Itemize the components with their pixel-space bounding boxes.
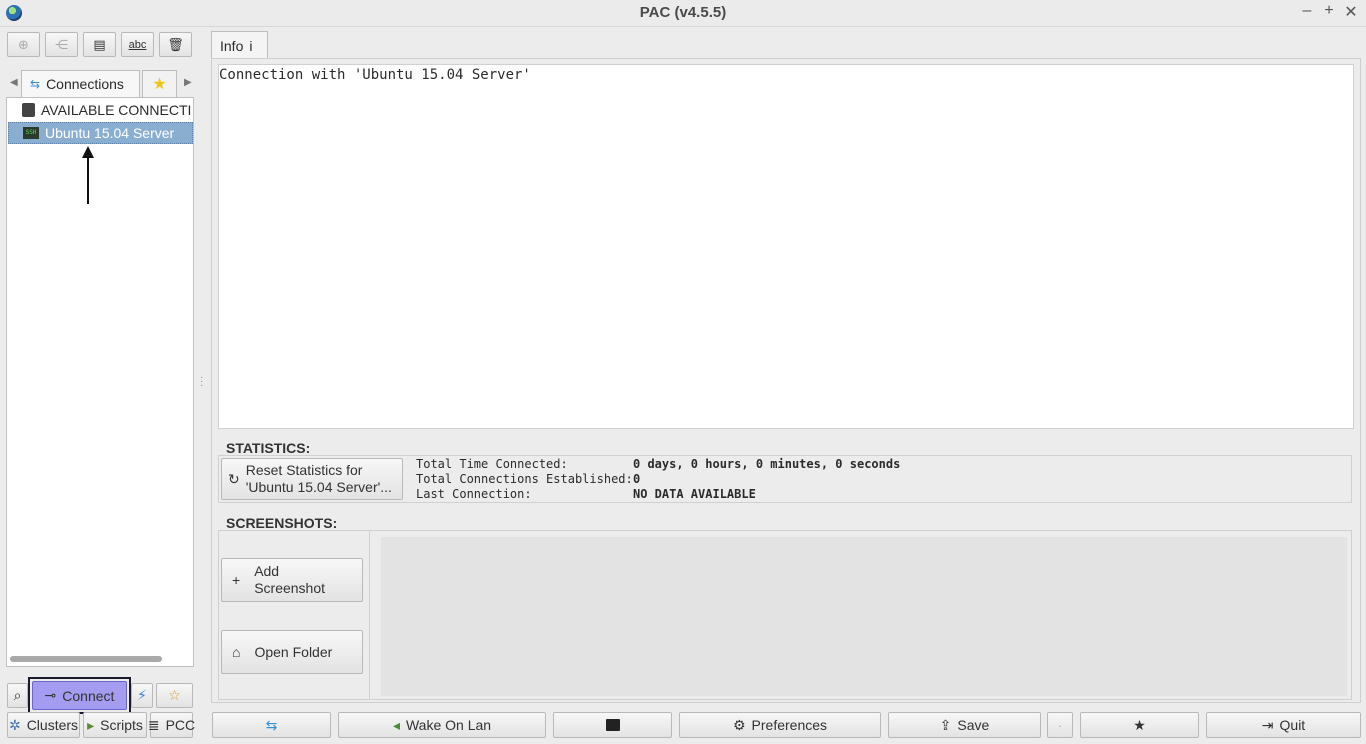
open-folder-button[interactable]: ⌂ Open Folder bbox=[221, 630, 363, 674]
clusters-icon: ✲ bbox=[8, 716, 21, 733]
pane-splitter[interactable]: · · · bbox=[200, 373, 203, 391]
connections-icon: ⇆ bbox=[265, 716, 278, 733]
gear-icon: ⚙ bbox=[732, 716, 746, 733]
quick-connect-icon[interactable]: ⚡ bbox=[131, 683, 153, 708]
screenshots-heading: SCREENSHOTS: bbox=[226, 515, 338, 531]
plus-icon: + bbox=[232, 572, 241, 588]
annotation-arrow-head bbox=[82, 146, 94, 158]
star-icon: ★ bbox=[1133, 716, 1146, 733]
stat-key: Total Connections Established: bbox=[416, 472, 633, 486]
lock-icon[interactable]: · bbox=[1047, 712, 1073, 738]
statistics-values: Total Time Connected: 0 days, 0 hours, 0… bbox=[416, 457, 900, 502]
add-screenshot-label: Add Screenshot bbox=[254, 563, 326, 596]
scripts-icon: ▸ bbox=[87, 716, 95, 733]
stat-key: Total Time Connected: bbox=[416, 457, 568, 471]
toggle-tree-button[interactable]: ⇆ bbox=[212, 712, 331, 738]
favourite-star-icon[interactable]: ☆ bbox=[156, 683, 193, 708]
annotation-arrow bbox=[87, 152, 89, 204]
info-textview[interactable]: Connection with 'Ubuntu 15.04 Server' bbox=[218, 64, 1354, 429]
save-icon: ⇪ bbox=[939, 716, 952, 733]
info-text: Connection with 'Ubuntu 15.04 Server' bbox=[219, 67, 531, 83]
stat-row-total-connections: Total Connections Established: 0 bbox=[416, 472, 900, 487]
save-button[interactable]: ⇪ Save bbox=[888, 712, 1041, 738]
preferences-button[interactable]: ⚙ Preferences bbox=[679, 712, 881, 738]
window-title: PAC (v4.5.5) bbox=[639, 4, 727, 21]
trash-icon[interactable]: 🗑 bbox=[159, 32, 192, 57]
screenshots-gallery[interactable] bbox=[381, 537, 1347, 696]
wake-on-lan-icon: ◂ bbox=[392, 716, 400, 733]
tab-clusters-label: Clusters bbox=[26, 717, 79, 733]
open-folder-label: Open Folder bbox=[254, 644, 333, 660]
tab-info[interactable]: Info i bbox=[211, 31, 268, 59]
add-group-icon[interactable]: ⋲ bbox=[45, 32, 78, 57]
tab-pcc-label: PCC bbox=[165, 717, 196, 733]
stat-value: 0 days, 0 hours, 0 minutes, 0 seconds bbox=[633, 457, 901, 471]
tab-scripts[interactable]: ▸ Scripts bbox=[83, 712, 147, 738]
folder-open-icon: ⌂ bbox=[232, 644, 241, 660]
quit-button[interactable]: ⇥ Quit bbox=[1206, 712, 1361, 738]
info-icon: i bbox=[249, 37, 253, 54]
tab-clusters[interactable]: ✲ Clusters bbox=[7, 712, 80, 738]
folder-icon bbox=[22, 103, 35, 117]
tab-info-label: Info bbox=[220, 37, 244, 54]
add-node-icon[interactable]: ⊕ bbox=[7, 32, 40, 57]
minimize-icon[interactable]: – bbox=[1298, 2, 1316, 22]
preferences-label: Preferences bbox=[751, 717, 828, 733]
stat-key: Last Connection: bbox=[416, 487, 532, 501]
tab-favourites[interactable]: ★ bbox=[142, 70, 177, 97]
close-icon[interactable]: ✕ bbox=[1342, 2, 1360, 22]
tab-connections-label: Connections bbox=[46, 76, 124, 92]
refresh-icon: ↻ bbox=[228, 470, 240, 487]
stat-row-total-time: Total Time Connected: 0 days, 0 hours, 0… bbox=[416, 457, 900, 472]
connections-icon: ⇆ bbox=[30, 77, 41, 91]
add-screenshot-button[interactable]: + Add Screenshot bbox=[221, 558, 363, 602]
maximize-icon[interactable]: + bbox=[1320, 2, 1338, 22]
edit-icon[interactable]: ▤ bbox=[83, 32, 116, 57]
tab-scroll-right-icon[interactable]: ▶ bbox=[184, 77, 192, 88]
tree-item-available-connections[interactable]: AVAILABLE CONNECTI bbox=[8, 99, 193, 121]
connections-tree[interactable]: AVAILABLE CONNECTI SSH Ubuntu 15.04 Serv… bbox=[6, 97, 194, 667]
search-icon[interactable]: ⌕ bbox=[7, 683, 28, 708]
star-menu-button[interactable]: ★ bbox=[1080, 712, 1199, 738]
tree-item-label: Ubuntu 15.04 Server bbox=[45, 125, 175, 141]
ssh-icon: SSH bbox=[23, 127, 39, 139]
reset-statistics-button[interactable]: ↻ Reset Statistics for 'Ubuntu 15.04 Ser… bbox=[221, 458, 403, 500]
wake-on-lan-label: Wake On Lan bbox=[405, 717, 492, 733]
tree-item-label: AVAILABLE CONNECTI bbox=[41, 102, 192, 118]
tree-item-ubuntu-server[interactable]: SSH Ubuntu 15.04 Server bbox=[8, 122, 193, 144]
tab-connections[interactable]: ⇆ Connections bbox=[21, 70, 140, 97]
screenshots-separator bbox=[369, 531, 370, 699]
wake-on-lan-button[interactable]: ◂ Wake On Lan bbox=[338, 712, 546, 738]
connect-label: Connect bbox=[62, 687, 115, 704]
tab-scripts-label: Scripts bbox=[100, 717, 143, 733]
horizontal-scrollbar[interactable] bbox=[10, 656, 162, 662]
statistics-heading: STATISTICS: bbox=[226, 440, 311, 456]
quit-icon: ⇥ bbox=[1261, 716, 1274, 733]
terminal-button[interactable] bbox=[553, 712, 672, 738]
terminal-icon bbox=[605, 719, 620, 731]
reset-statistics-label: Reset Statistics for 'Ubuntu 15.04 Serve… bbox=[245, 462, 392, 495]
star-icon: ★ bbox=[152, 76, 167, 93]
stat-value: NO DATA AVAILABLE bbox=[633, 487, 756, 501]
save-label: Save bbox=[957, 717, 990, 733]
pcc-icon: ≣ bbox=[147, 716, 160, 733]
connect-button[interactable]: ⊸ Connect bbox=[32, 681, 127, 710]
quit-label: Quit bbox=[1279, 717, 1306, 733]
stat-row-last-connection: Last Connection: NO DATA AVAILABLE bbox=[416, 487, 900, 502]
plug-icon: ⊸ bbox=[44, 687, 57, 703]
tab-pcc[interactable]: ≣ PCC bbox=[147, 712, 196, 738]
rename-icon[interactable]: abc bbox=[121, 32, 154, 57]
stat-value: 0 bbox=[633, 472, 641, 486]
tab-scroll-left-icon[interactable]: ◀ bbox=[10, 77, 18, 88]
